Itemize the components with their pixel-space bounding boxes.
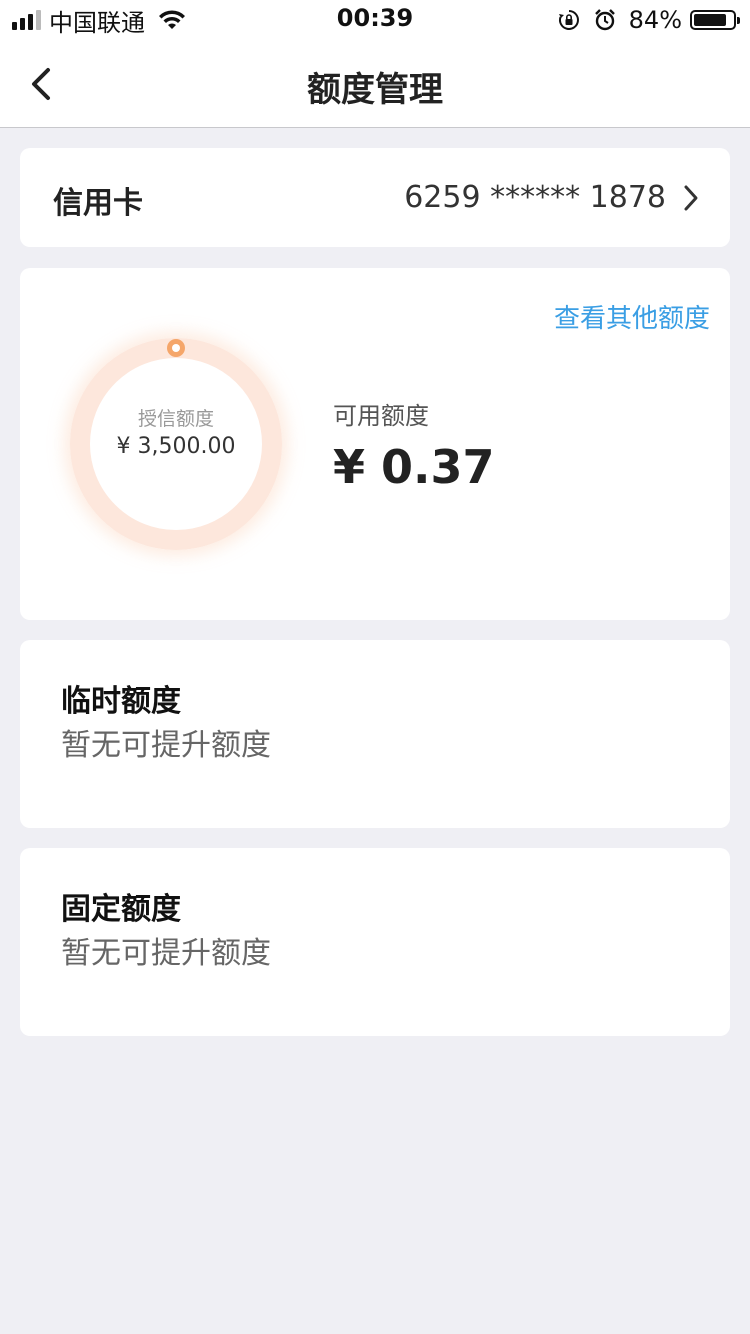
card-number: 6259 ****** 1878 [404,180,666,215]
available-limit-value: ¥ 0.37 [333,440,495,494]
battery-fill [694,14,726,26]
credit-card-row[interactable]: 信用卡 6259 ****** 1878 [20,148,730,247]
fixed-limit-subtitle: 暂无可提升额度 [61,936,271,971]
status-bar: 中国联通 00:39 84% [0,0,750,40]
battery-icon [690,10,740,30]
fixed-limit-title: 固定额度 [61,892,181,927]
status-right: 84% [557,6,740,34]
fixed-limit-card[interactable]: 固定额度 暂无可提升额度 [20,848,730,1036]
page-title: 额度管理 [307,70,443,110]
temporary-limit-subtitle: 暂无可提升额度 [61,728,271,763]
rotation-lock-icon [558,10,579,30]
battery-tip [737,17,740,24]
nav-bar: 额度管理 [0,40,750,128]
available-limit-label: 可用额度 [333,402,429,430]
temporary-limit-card[interactable]: 临时额度 暂无可提升额度 [20,640,730,828]
granted-limit-label: 授信额度 [137,408,214,430]
limit-overview-card: 查看其他额度 授信额度 ¥ 3,500.00 可用额度 ¥ 0.37 [20,268,730,620]
view-other-limits-link[interactable]: 查看其他额度 [554,298,710,335]
battery-percent: 84% [628,6,682,34]
credit-card-label: 信用卡 [53,186,143,221]
temporary-limit-title: 临时额度 [61,684,181,719]
chevron-right-icon [684,185,698,211]
ring-marker-center [172,344,180,352]
alarm-icon [594,9,615,31]
granted-limit-value: ¥ 3,500.00 [116,434,236,459]
